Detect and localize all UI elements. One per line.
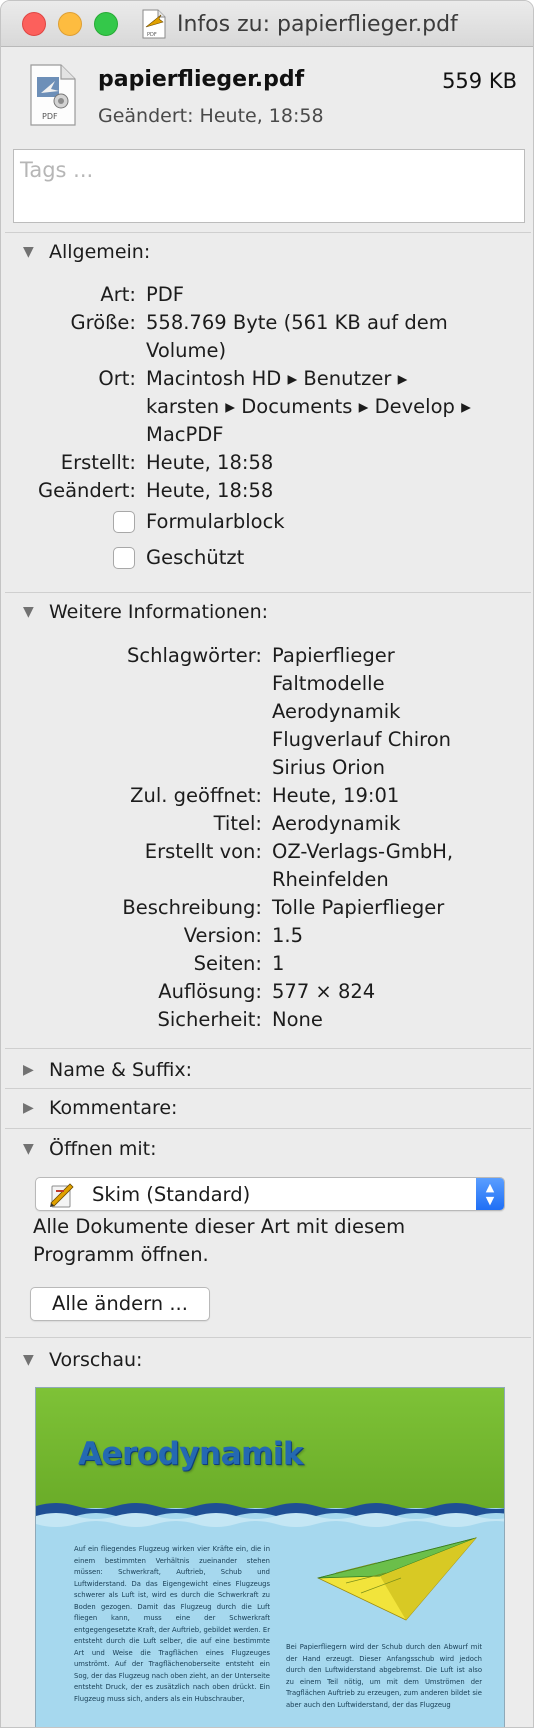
- section-divider: [5, 1337, 531, 1338]
- label-version: Version:: [183, 924, 262, 947]
- label-size: Größe:: [70, 311, 136, 334]
- value-security: None: [272, 1008, 323, 1031]
- more-info-list: Schlagwörter: Papierflieger Faltmodelle …: [1, 642, 533, 1032]
- value-creator: OZ-Verlags-GmbH,: [272, 840, 454, 863]
- open-with-app-select[interactable]: Skim (Standard) ▲ ▼: [35, 1177, 505, 1211]
- value-location-cont: karsten ▸ Documents ▸ Develop ▸: [146, 395, 471, 418]
- tags-input[interactable]: Tags ...: [13, 149, 525, 223]
- locked-checkbox[interactable]: Geschützt: [113, 546, 244, 569]
- zoom-window-button[interactable]: [94, 12, 118, 36]
- label-description: Beschreibung:: [122, 896, 262, 919]
- close-window-button[interactable]: [22, 12, 46, 36]
- change-all-button[interactable]: Alle ändern ...: [30, 1287, 210, 1321]
- section-preview-toggle[interactable]: ▼ Vorschau:: [23, 1349, 142, 1371]
- disclosure-collapsed-icon: ▶: [23, 1100, 34, 1116]
- value-location: Macintosh HD ▸ Benutzer ▸: [146, 367, 408, 390]
- preview-heading: Aerodynamik: [78, 1436, 304, 1472]
- label-kind: Art:: [100, 283, 136, 306]
- section-more-info-toggle[interactable]: ▼ Weitere Informationen:: [23, 601, 268, 623]
- section-title: Kommentare:: [49, 1097, 178, 1119]
- section-title: Weitere Informationen:: [49, 601, 269, 623]
- open-with-hint: Alle Dokumente dieser Art mit diesem Pro…: [33, 1213, 483, 1269]
- value-last-opened: Heute, 19:01: [272, 784, 400, 807]
- section-divider: [5, 1088, 531, 1089]
- label-keywords: Schlagwörter:: [127, 644, 262, 667]
- value-keyword: Faltmodelle: [272, 672, 385, 695]
- value-keyword: Flugverlauf Chiron: [272, 728, 451, 751]
- disclosure-expanded-icon: ▼: [23, 1141, 34, 1157]
- file-modified-date: Geändert: Heute, 18:58: [98, 105, 324, 127]
- value-title: Aerodynamik: [272, 812, 401, 835]
- section-comments-toggle[interactable]: ▶ Kommentare:: [23, 1097, 177, 1119]
- label-resolution: Auflösung:: [158, 980, 262, 1003]
- disclosure-expanded-icon: ▼: [23, 604, 34, 620]
- file-size: 559 KB: [442, 69, 517, 93]
- stationery-pad-checkbox[interactable]: Formularblock: [113, 510, 285, 533]
- label-title: Titel:: [213, 812, 262, 835]
- label-location: Ort:: [98, 367, 136, 390]
- chevron-up-down-icon: ▲ ▼: [476, 1178, 504, 1210]
- section-name-suffix-toggle[interactable]: ▶ Name & Suffix:: [23, 1059, 192, 1081]
- checkbox-label: Geschützt: [146, 546, 245, 569]
- value-version: 1.5: [272, 924, 304, 947]
- disclosure-expanded-icon: ▼: [23, 1352, 34, 1368]
- section-title: Öffnen mit:: [49, 1138, 157, 1160]
- pdf-document-icon[interactable]: PDF: [141, 9, 167, 39]
- section-divider: [5, 1048, 531, 1049]
- tags-placeholder: Tags ...: [20, 158, 94, 182]
- value-pages: 1: [272, 952, 285, 975]
- window-title: Infos zu: papierflieger.pdf: [177, 11, 458, 37]
- section-open-with-toggle[interactable]: ▼ Öffnen mit:: [23, 1138, 157, 1160]
- disclosure-collapsed-icon: ▶: [23, 1062, 34, 1078]
- preview-text-right: Bei Papierfliegern wird der Schub durch …: [286, 1643, 482, 1709]
- hint-line: Alle Dokumente dieser Art mit diesem: [33, 1215, 406, 1238]
- value-keyword: Papierflieger: [272, 644, 395, 667]
- preview-text-left: Auf ein fliegendes Flugzeug wirken vier …: [74, 1545, 270, 1703]
- pdf-file-icon: PDF: [27, 63, 79, 127]
- general-info-list: Art: PDF Größe: 558.769 Byte (561 KB auf…: [1, 281, 533, 511]
- section-divider: [5, 592, 531, 593]
- minimize-window-button[interactable]: [58, 12, 82, 36]
- value-resolution: 577 × 824: [272, 980, 376, 1003]
- value-description: Tolle Papierflieger: [272, 896, 445, 919]
- disclosure-expanded-icon: ▼: [23, 244, 34, 260]
- label-last-opened: Zul. geöffnet:: [130, 784, 262, 807]
- value-kind: PDF: [146, 283, 184, 306]
- value-size-cont: Volume): [146, 339, 227, 362]
- info-window: PDF Infos zu: papierflieger.pdf PDF papi…: [0, 0, 534, 1728]
- value-keyword: Aerodynamik: [272, 700, 401, 723]
- checkbox-box[interactable]: [113, 546, 135, 569]
- label-pages: Seiten:: [193, 952, 262, 975]
- hint-line: Programm öffnen.: [33, 1243, 209, 1266]
- document-preview: Aerodynamik Auf ein fliegendes Flugzeug …: [35, 1387, 505, 1727]
- checkbox-label: Formularblock: [146, 510, 285, 533]
- value-modified: Heute, 18:58: [146, 479, 274, 502]
- label-creator: Erstellt von:: [144, 840, 262, 863]
- section-divider: [5, 1128, 531, 1129]
- section-divider: [5, 232, 531, 233]
- value-creator-cont: Rheinfelden: [272, 868, 389, 891]
- section-title: Name & Suffix:: [49, 1059, 193, 1081]
- skim-app-icon: [48, 1181, 76, 1209]
- section-title: Allgemein:: [49, 241, 151, 263]
- section-title: Vorschau:: [49, 1349, 143, 1371]
- value-size: 558.769 Byte (561 KB auf dem: [146, 311, 448, 334]
- value-created: Heute, 18:58: [146, 451, 274, 474]
- label-created: Erstellt:: [60, 451, 136, 474]
- svg-text:PDF: PDF: [147, 32, 157, 38]
- svg-text:PDF: PDF: [42, 112, 58, 121]
- selected-app-label: Skim (Standard): [92, 1183, 251, 1206]
- section-general-toggle[interactable]: ▼ Allgemein:: [23, 241, 150, 263]
- value-keyword: Sirius Orion: [272, 756, 386, 779]
- checkbox-box[interactable]: [113, 510, 135, 533]
- label-security: Sicherheit:: [157, 1008, 262, 1031]
- title-area: PDF Infos zu: papierflieger.pdf: [141, 9, 458, 39]
- value-location-cont: MacPDF: [146, 423, 224, 446]
- title-bar: PDF Infos zu: papierflieger.pdf: [1, 1, 533, 47]
- file-name: papierflieger.pdf: [98, 67, 305, 92]
- label-modified: Geändert:: [37, 479, 136, 502]
